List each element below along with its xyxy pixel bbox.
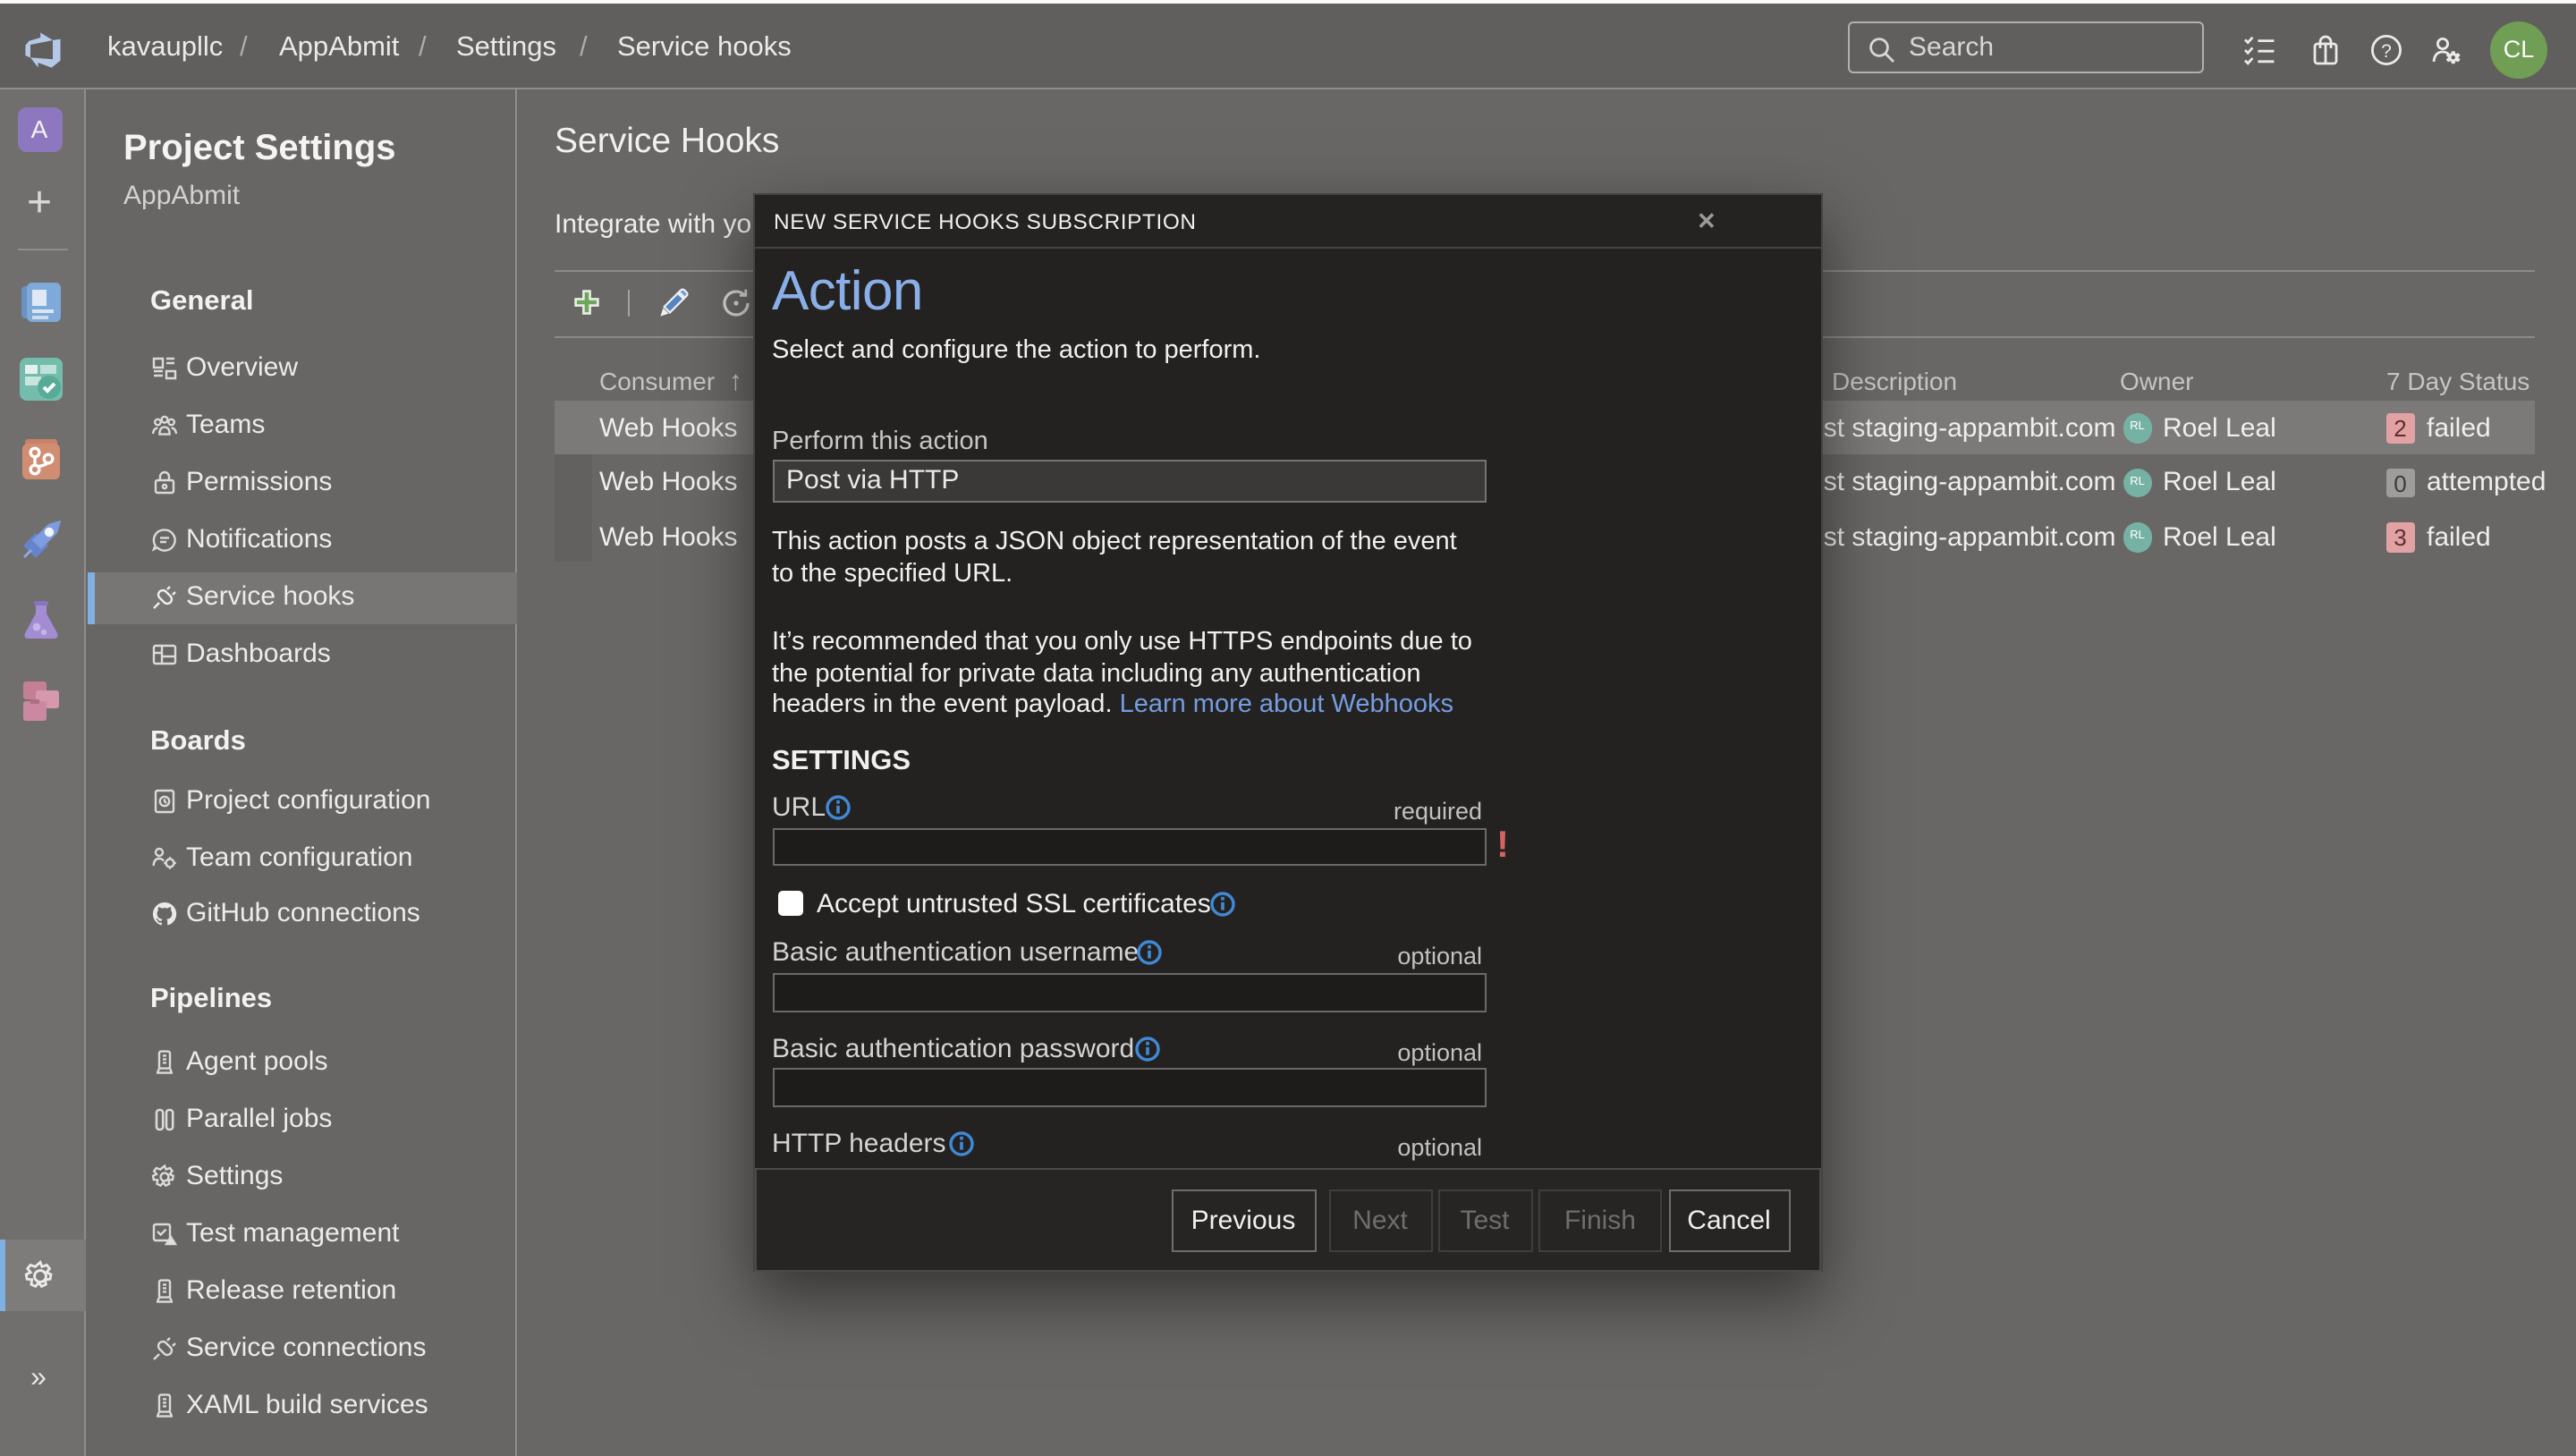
svg-text:?: ? bbox=[2381, 41, 2392, 62]
